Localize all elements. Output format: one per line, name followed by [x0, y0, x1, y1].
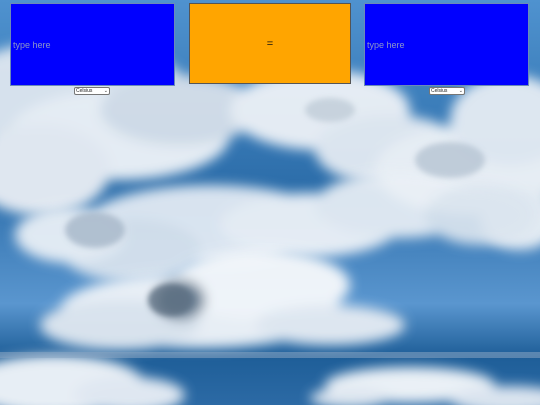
unit-converter: = Celsius ⌄ Celsius ⌄ — [0, 0, 540, 100]
right-unit-selected: Celsius — [431, 88, 448, 94]
left-unit-select[interactable]: Celsius ⌄ — [74, 87, 110, 95]
left-value-input[interactable] — [10, 3, 175, 86]
right-value-input[interactable] — [364, 3, 529, 86]
equals-sign: = — [266, 37, 274, 50]
chevron-down-icon: ⌄ — [103, 88, 108, 94]
chevron-down-icon: ⌄ — [458, 88, 463, 94]
left-unit-selected: Celsius — [76, 88, 93, 94]
equals-display: = — [189, 3, 351, 84]
right-unit-select[interactable]: Celsius ⌄ — [429, 87, 465, 95]
